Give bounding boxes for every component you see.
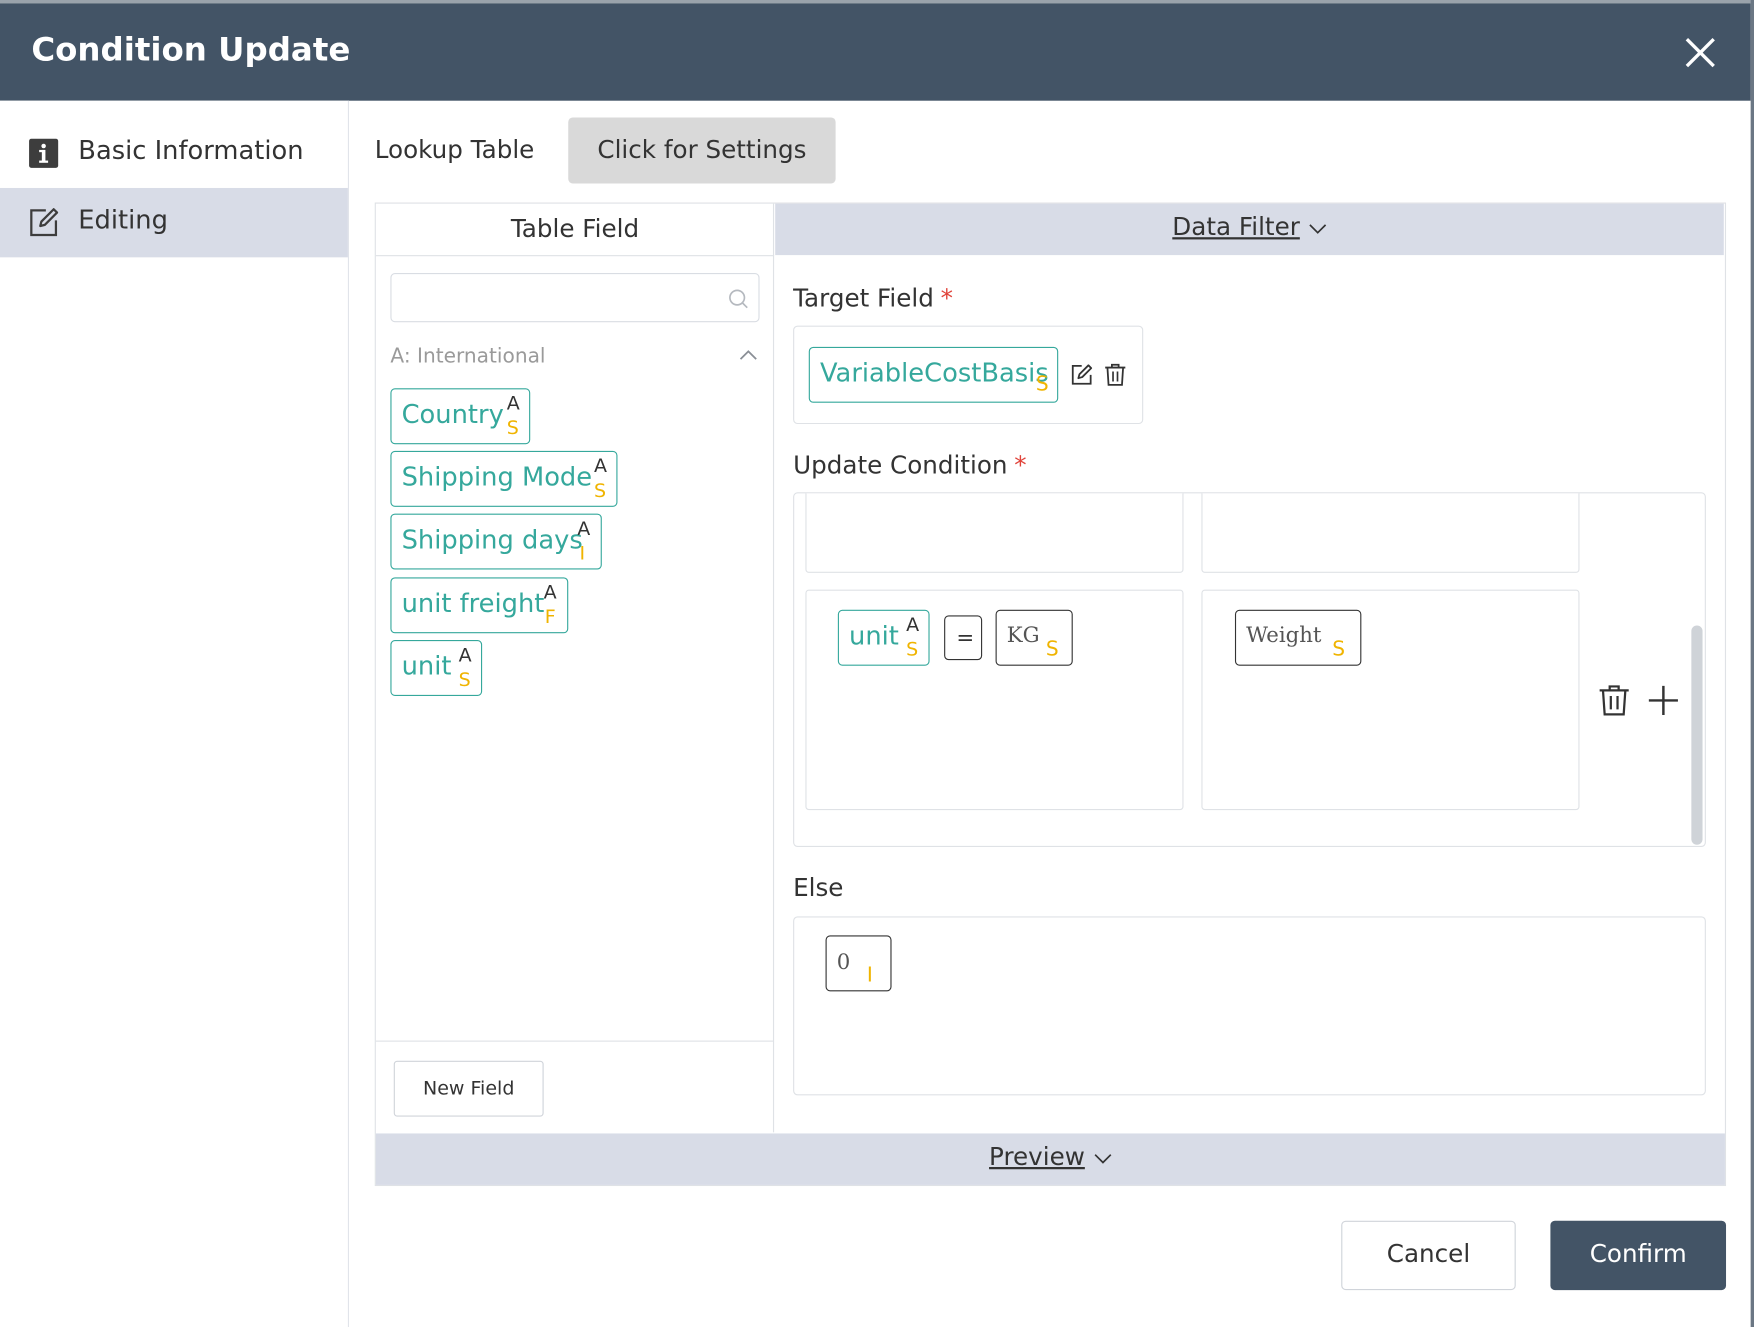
field-name: Country — [401, 400, 504, 430]
field-source-badge: A — [506, 392, 520, 416]
trash-icon[interactable] — [1103, 363, 1128, 388]
confirm-button[interactable]: Confirm — [1550, 1220, 1727, 1291]
field-chip-country[interactable]: Country A S — [390, 388, 531, 445]
field-type-badge: I — [866, 963, 873, 987]
field-name: Shipping days — [401, 525, 583, 555]
field-search-input[interactable] — [390, 273, 760, 323]
chevron-up-icon[interactable] — [738, 347, 758, 363]
field-type-badge: I — [579, 542, 586, 566]
condition-field-name: unit — [849, 622, 899, 652]
dialog: Condition Update Basic Information Editi… — [0, 0, 1754, 1327]
else-label: Else — [793, 874, 844, 903]
condition-value-chip[interactable]: KG S — [995, 609, 1073, 666]
sidebar-item-label: Editing — [78, 205, 168, 235]
target-field-box: VariableCostBasis S — [793, 325, 1144, 425]
field-type-badge: S — [906, 638, 919, 662]
sidebar-item-label: Basic Information — [78, 136, 304, 166]
dialog-title: Condition Update — [31, 30, 351, 69]
lookup-table-label: Lookup Table — [374, 136, 535, 165]
preview-toggle[interactable]: Preview — [375, 1133, 1725, 1185]
cancel-button[interactable]: Cancel — [1341, 1220, 1516, 1291]
lookup-settings-button[interactable]: Click for Settings — [568, 117, 836, 184]
field-type-badge: S — [506, 417, 519, 440]
result-value: Weight — [1246, 623, 1322, 648]
field-source-badge: A — [543, 581, 557, 605]
delete-condition-icon[interactable] — [1597, 684, 1631, 718]
else-value: 0 — [836, 949, 851, 975]
data-filter-toggle[interactable]: Data Filter — [775, 203, 1724, 256]
dialog-header: Condition Update — [0, 3, 1751, 101]
result-cell[interactable]: Weight S — [1201, 589, 1580, 811]
field-name: Shipping Mode — [401, 463, 593, 493]
condition-scrollbar[interactable] — [1691, 625, 1703, 845]
edit-icon — [30, 208, 59, 237]
result-cell-prev[interactable] — [1201, 493, 1580, 573]
field-name: unit — [401, 652, 452, 682]
field-type-badge: S — [1035, 372, 1049, 397]
field-name: unit freight — [401, 589, 545, 619]
field-chip-unit-freight[interactable]: unit freight A F — [390, 577, 569, 634]
else-value-chip[interactable]: 0 I — [825, 935, 892, 992]
result-value-chip[interactable]: Weight S — [1234, 609, 1362, 666]
add-condition-icon[interactable] — [1647, 684, 1681, 718]
field-source-badge: A — [593, 455, 608, 478]
divider — [375, 1040, 775, 1042]
field-source-badge: A — [906, 614, 920, 637]
field-type-badge: S — [458, 669, 471, 692]
field-chip-unit[interactable]: unit A S — [390, 640, 483, 696]
field-source-badge: A — [577, 518, 591, 541]
window-edge — [1750, 0, 1754, 1327]
field-type-badge: S — [593, 480, 607, 503]
field-type-badge: S — [1332, 637, 1346, 662]
condition-value: KG — [1006, 623, 1040, 648]
chevron-down-icon — [1309, 224, 1327, 234]
update-condition-label: Update Condition * — [793, 452, 1026, 480]
close-icon — [1685, 37, 1715, 68]
else-box[interactable]: 0 I — [793, 916, 1706, 1096]
field-group-label: A: International — [390, 344, 546, 369]
table-field-header: Table Field — [375, 204, 775, 257]
operator-symbol: = — [956, 625, 975, 651]
data-filter-label: Data Filter — [1172, 213, 1300, 242]
field-source-badge: A — [458, 644, 472, 667]
field-type-badge: S — [1045, 637, 1059, 662]
condition-cell[interactable]: unit A S = KG S — [805, 589, 1184, 811]
search-icon — [729, 289, 748, 309]
label-text: Target Field — [793, 285, 934, 314]
field-chip-shipping-mode[interactable]: Shipping Mode A S — [390, 450, 618, 507]
sidebar: Basic Information Editing — [0, 100, 350, 1327]
required-mark: * — [1014, 452, 1027, 481]
table-field-panel: Table Field A: International Country A S… — [375, 203, 775, 1133]
edit-icon[interactable] — [1069, 363, 1094, 388]
update-condition-box: unit A S = KG S Weight S — [793, 492, 1706, 847]
sidebar-item-editing[interactable]: Editing — [0, 187, 348, 258]
condition-cell-prev[interactable] — [805, 493, 1184, 573]
field-chip-shipping-days[interactable]: Shipping days A I — [390, 513, 602, 570]
preview-label: Preview — [989, 1143, 1085, 1172]
required-mark: * — [940, 285, 953, 314]
new-field-button[interactable]: New Field — [393, 1060, 544, 1117]
target-field-label: Target Field * — [793, 285, 953, 313]
chevron-down-icon — [1094, 1154, 1112, 1164]
operator-chip[interactable]: = — [944, 615, 983, 661]
field-type-badge: F — [544, 606, 556, 629]
close-button[interactable] — [1678, 30, 1723, 75]
condition-field-chip[interactable]: unit A S — [837, 609, 930, 666]
target-field-value: VariableCostBasis — [819, 359, 1049, 389]
info-icon — [29, 138, 59, 168]
sidebar-item-basic-information[interactable]: Basic Information — [0, 119, 348, 188]
label-text: Update Condition — [793, 452, 1008, 481]
target-field-chip[interactable]: VariableCostBasis S — [808, 346, 1059, 403]
